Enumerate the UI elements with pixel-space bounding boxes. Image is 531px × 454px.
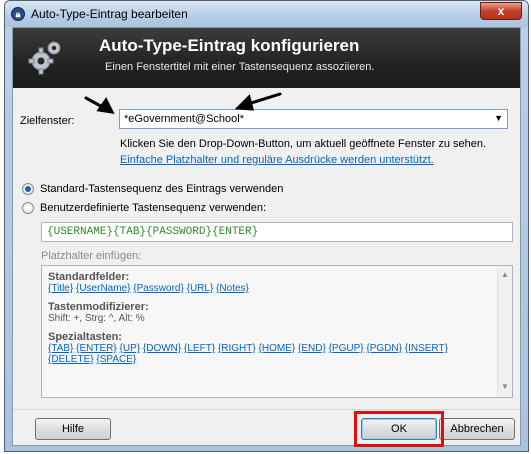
annotation-arrows [84, 92, 282, 114]
right-arrow-shaft [246, 92, 282, 106]
right-arrow-head [234, 94, 254, 111]
left-arrow-head [96, 97, 115, 114]
